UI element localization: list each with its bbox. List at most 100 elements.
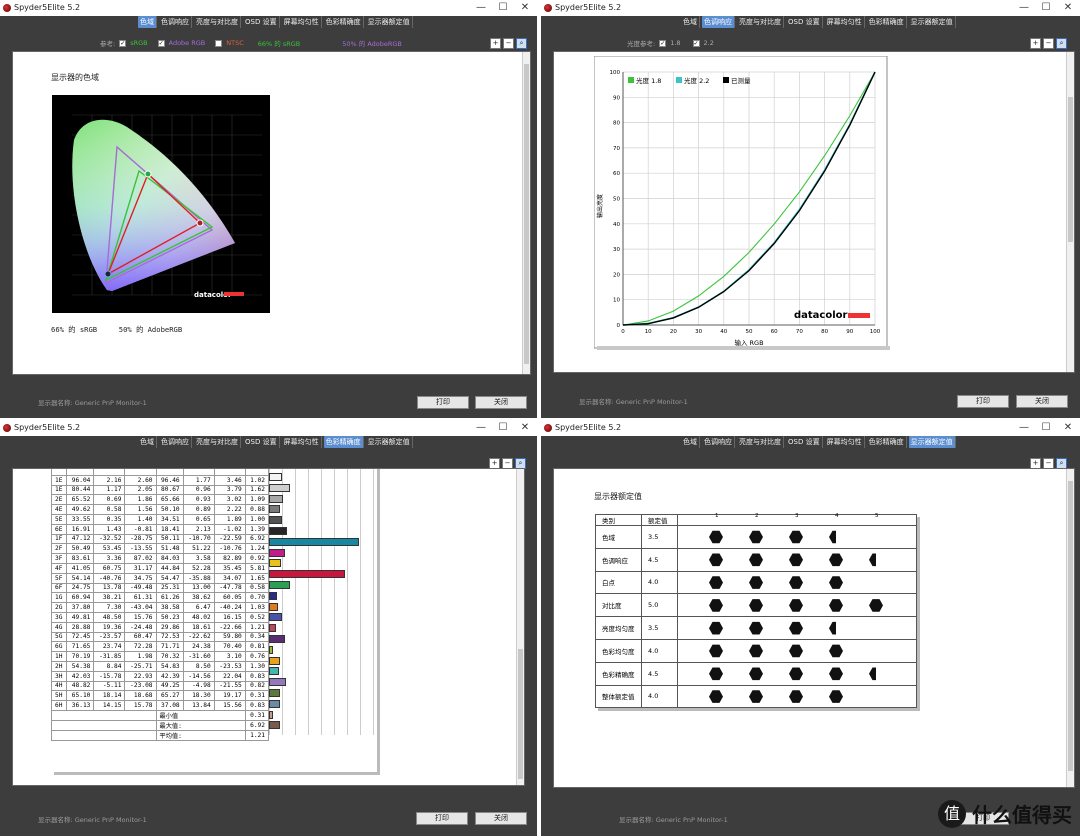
- close-button[interactable]: 关闭: [475, 812, 527, 825]
- table-cell-b: -15.78: [93, 670, 126, 682]
- srgb-checkbox[interactable]: ✓: [119, 39, 127, 47]
- minimize-icon[interactable]: —: [471, 1, 491, 15]
- tab-color-accuracy[interactable]: 色彩精确度: [324, 16, 364, 28]
- delta-e-bar: [269, 548, 286, 557]
- table-cell-c: 18.68: [124, 690, 157, 702]
- adobe-rgb-checkbox[interactable]: ✓: [157, 39, 165, 47]
- tab-rating[interactable]: 显示器额定值: [366, 16, 413, 28]
- table-cell-c: -23.08: [124, 680, 157, 692]
- print-button[interactable]: 打印: [417, 396, 469, 409]
- tab-gamut[interactable]: 色域: [681, 16, 700, 28]
- tab-osd[interactable]: OSD 设置: [243, 436, 280, 448]
- gamut-scrollbar[interactable]: [522, 52, 530, 374]
- table-cell-f: -1.02: [213, 523, 246, 535]
- scroll-thumb[interactable]: [1068, 97, 1073, 242]
- maximize-icon[interactable]: ☐: [1036, 421, 1056, 435]
- print-button[interactable]: 打印: [416, 812, 468, 825]
- table-cell-id: 6F: [51, 582, 68, 594]
- tab-color-accuracy[interactable]: 色彩精确度: [867, 16, 907, 28]
- tone-scrollbar[interactable]: [1066, 52, 1074, 372]
- tab-uniformity[interactable]: 屏幕均匀性: [825, 436, 865, 448]
- zoom-out-icon[interactable]: −: [1043, 38, 1054, 49]
- tab-brightness-contrast[interactable]: 亮度与对比度: [194, 436, 241, 448]
- scroll-thumb[interactable]: [518, 649, 523, 779]
- tab-tone-response[interactable]: 色调响应: [159, 16, 192, 28]
- tab-osd[interactable]: OSD 设置: [786, 16, 823, 28]
- window-rating: Spyder5Elite 5.2 — ☐ ✕ 色域 色调响应 亮度与对比度 OS…: [541, 420, 1080, 836]
- close-button[interactable]: 关闭: [1016, 395, 1068, 408]
- delta-e-bar: [269, 613, 283, 622]
- rating-scrollbar[interactable]: [1066, 469, 1074, 787]
- brand-bar: [848, 313, 870, 318]
- table-cell-de: 1.02: [244, 474, 270, 486]
- minimize-icon[interactable]: —: [1014, 421, 1034, 435]
- ntsc-checkbox[interactable]: [215, 39, 223, 47]
- tab-brightness-contrast[interactable]: 亮度与对比度: [737, 436, 784, 448]
- rating-half-hex-icon: [869, 667, 876, 681]
- tab-gamut[interactable]: 色域: [681, 436, 700, 448]
- table-cell-b: -23.57: [93, 631, 126, 643]
- tab-uniformity[interactable]: 屏幕均匀性: [825, 16, 865, 28]
- table-cell-b: 0.69: [93, 494, 126, 506]
- accuracy-scrollbar[interactable]: [516, 469, 524, 785]
- scroll-thumb[interactable]: [524, 64, 529, 364]
- close-icon[interactable]: ✕: [1058, 1, 1078, 15]
- table-cell-e: 13.84: [182, 700, 215, 711]
- table-cell-d: 44.84: [155, 562, 184, 574]
- table-cell-c: 15.76: [124, 611, 157, 623]
- stats-value: 1.21: [244, 729, 270, 741]
- tab-rating[interactable]: 显示器额定值: [908, 436, 956, 448]
- maximize-icon[interactable]: ☐: [493, 1, 513, 15]
- rating-hex-icon: [709, 576, 723, 589]
- table-cell-a: 50.49: [66, 543, 95, 555]
- gamma-18-checkbox[interactable]: ✓: [659, 39, 667, 47]
- tab-uniformity[interactable]: 屏幕均匀性: [282, 436, 322, 448]
- y-tick-label: 60: [613, 171, 620, 177]
- delta-e-bar: [269, 581, 291, 589]
- zoom-fit-icon[interactable]: ⌕: [516, 38, 527, 49]
- table-cell-f: -10.76: [213, 543, 246, 555]
- stats-spacer: [51, 719, 157, 731]
- rating-hex-icon: [789, 621, 803, 635]
- table-row: 3F 83.61 3.36 87.02 84.03 3.58 82.89 0.92: [51, 553, 270, 564]
- close-icon[interactable]: ✕: [515, 421, 535, 435]
- table-cell-b: 2.16: [93, 474, 126, 486]
- maximize-icon[interactable]: ☐: [1036, 1, 1056, 15]
- tab-osd[interactable]: OSD 设置: [243, 16, 280, 28]
- table-cell-d: 42.39: [155, 670, 184, 682]
- zoom-out-icon[interactable]: −: [503, 38, 514, 49]
- tab-brightness-contrast[interactable]: 亮度与对比度: [194, 16, 241, 28]
- table-cell-id: 4F: [51, 562, 68, 574]
- gamma-22-checkbox[interactable]: ✓: [692, 39, 700, 47]
- scale-4: 4: [835, 513, 839, 519]
- minimize-icon[interactable]: —: [1014, 1, 1034, 15]
- zoom-fit-icon[interactable]: ⌕: [1056, 38, 1067, 49]
- tab-color-accuracy[interactable]: 色彩精确度: [323, 436, 364, 448]
- app-logo-icon: [544, 424, 552, 432]
- tab-gamut[interactable]: 色域: [138, 436, 157, 448]
- scroll-thumb[interactable]: [1068, 481, 1073, 771]
- zoom-in-icon[interactable]: +: [490, 38, 501, 49]
- tab-tone-response[interactable]: 色调响应: [702, 16, 735, 28]
- tab-tone-response[interactable]: 色调响应: [159, 436, 192, 448]
- tab-brightness-contrast[interactable]: 亮度与对比度: [737, 16, 784, 28]
- tab-osd[interactable]: OSD 设置: [786, 436, 823, 448]
- zoom-in-icon[interactable]: +: [1030, 38, 1041, 49]
- watermark-text: 什么值得买: [972, 803, 1072, 827]
- table-cell-id: 6E: [51, 523, 68, 535]
- minimize-icon[interactable]: —: [471, 421, 491, 435]
- tab-uniformity[interactable]: 屏幕均匀性: [282, 16, 322, 28]
- print-button[interactable]: 打印: [957, 395, 1009, 408]
- close-button[interactable]: 关闭: [475, 396, 527, 409]
- close-icon[interactable]: ✕: [1058, 421, 1078, 435]
- maximize-icon[interactable]: ☐: [493, 421, 513, 435]
- rating-hex-icon: [829, 667, 843, 681]
- tab-color-accuracy[interactable]: 色彩精确度: [867, 436, 907, 448]
- table-cell: [93, 469, 126, 476]
- tab-rating[interactable]: 显示器额定值: [366, 436, 413, 448]
- tab-rating[interactable]: 显示器额定值: [909, 16, 956, 28]
- tab-tone-response[interactable]: 色调响应: [702, 436, 735, 448]
- table-cell-a: 33.55: [66, 513, 95, 525]
- tab-gamut[interactable]: 色域: [138, 16, 157, 28]
- close-icon[interactable]: ✕: [515, 1, 535, 15]
